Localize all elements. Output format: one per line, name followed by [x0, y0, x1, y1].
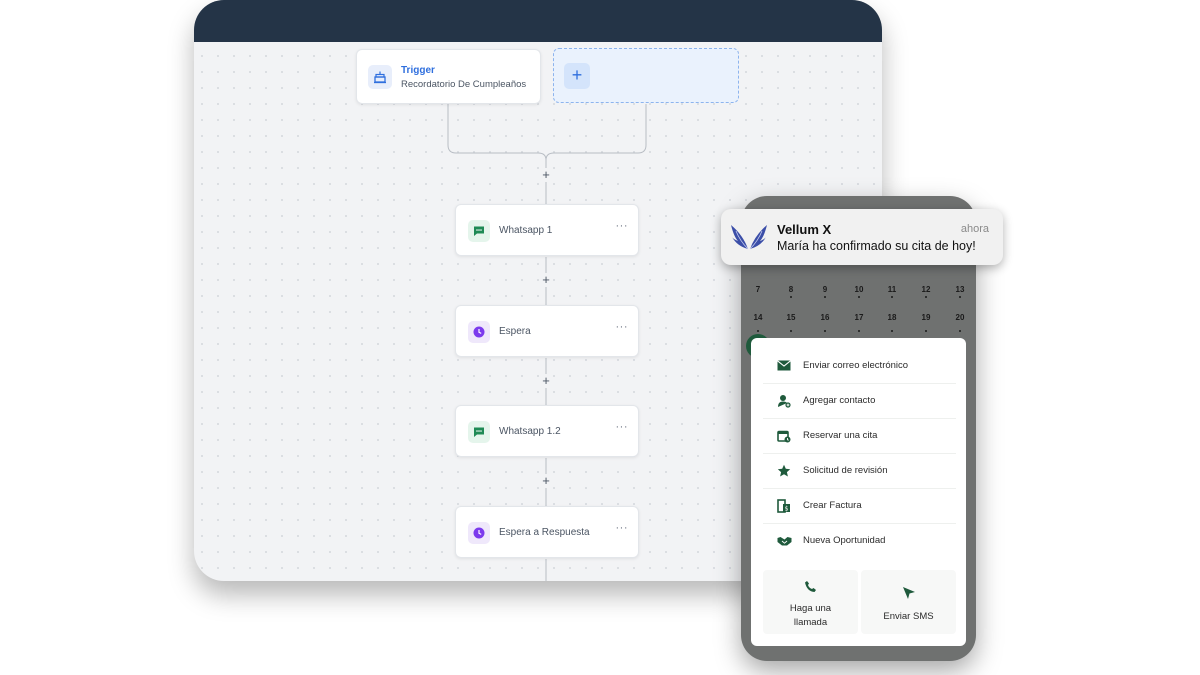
add-step-button[interactable]: +	[540, 168, 552, 182]
invoice-icon: $	[777, 498, 803, 513]
phone-icon	[763, 580, 858, 593]
calendar-day[interactable]: 13	[951, 285, 969, 294]
calendar-dot	[858, 330, 860, 332]
calendar-dot	[891, 296, 893, 298]
action-review-request[interactable]: Solicitud de revisión	[763, 453, 956, 489]
calendar-day[interactable]: 7	[749, 285, 767, 294]
call-label-line2: llamada	[793, 617, 828, 628]
trigger-title: Trigger	[401, 65, 435, 76]
calendar-dot	[925, 296, 927, 298]
calendar-dot	[925, 330, 927, 332]
sms-label: Enviar SMS	[883, 611, 934, 622]
step-espera-respuesta[interactable]: Espera a Respuesta ···	[455, 506, 639, 558]
action-label: Solicitud de revisión	[803, 465, 888, 476]
action-new-opportunity[interactable]: Nueva Oportunidad	[763, 523, 956, 558]
action-label: Nueva Oportunidad	[803, 535, 886, 546]
notification-app-name: Vellum X	[777, 222, 832, 237]
push-notification[interactable]: Vellum X ahora María ha confirmado su ci…	[721, 209, 1003, 265]
calendar-day[interactable]: 19	[917, 313, 935, 322]
calendar-dot	[858, 296, 860, 298]
action-label: Agregar contacto	[803, 395, 876, 406]
add-step-button[interactable]: +	[540, 374, 552, 388]
action-label: Crear Factura	[803, 500, 862, 511]
step-label: Espera a Respuesta	[499, 527, 590, 538]
calendar-day[interactable]: 8	[782, 285, 800, 294]
calendar-day[interactable]: 18	[883, 313, 901, 322]
notification-message: María ha confirmado su cita de hoy!	[777, 239, 976, 253]
chat-icon	[468, 421, 490, 443]
calendar-dot	[790, 296, 792, 298]
notification-time: ahora	[960, 223, 989, 235]
cake-icon	[368, 65, 392, 89]
step-whatsapp-1-2[interactable]: Whatsapp 1.2 ···	[455, 405, 639, 457]
add-step-button[interactable]: +	[540, 474, 552, 488]
add-trigger-slot[interactable]: +	[553, 48, 739, 103]
step-label: Whatsapp 1	[499, 225, 553, 236]
calendar-dot	[824, 296, 826, 298]
step-whatsapp-1[interactable]: Whatsapp 1 ···	[455, 204, 639, 256]
clock-icon	[468, 522, 490, 544]
handshake-icon	[777, 535, 803, 547]
action-create-invoice[interactable]: $ Crear Factura	[763, 488, 956, 524]
chat-icon	[468, 220, 490, 242]
calendar-dot	[790, 330, 792, 332]
action-add-contact[interactable]: Agregar contacto	[763, 383, 956, 419]
call-button[interactable]: Haga una llamada	[763, 570, 858, 634]
calendar-day[interactable]: 14	[749, 313, 767, 322]
calendar-icon	[777, 429, 803, 443]
calendar-dot	[959, 330, 961, 332]
trigger-subtitle: Recordatorio De Cumpleaños	[401, 79, 527, 90]
step-menu-button[interactable]: ···	[616, 421, 629, 433]
step-label: Whatsapp 1.2	[499, 426, 561, 437]
step-menu-button[interactable]: ···	[616, 522, 629, 534]
svg-text:$: $	[785, 505, 789, 512]
calendar-day[interactable]: 20	[951, 313, 969, 322]
calendar-day[interactable]: 11	[883, 285, 901, 294]
step-label: Espera	[499, 326, 531, 337]
star-icon	[777, 464, 803, 478]
calendar-day[interactable]: 12	[917, 285, 935, 294]
send-sms-button[interactable]: Enviar SMS	[861, 570, 956, 634]
phone-mockup: 7 8 9 10 11 12 13 14 15 16 17 18 19 20 E…	[741, 196, 976, 661]
mail-icon	[777, 360, 803, 371]
send-icon	[861, 586, 956, 600]
trigger-node[interactable]: Trigger Recordatorio De Cumpleaños	[356, 49, 541, 104]
calendar-day[interactable]: 16	[816, 313, 834, 322]
action-book-appointment[interactable]: Reservar una cita	[763, 418, 956, 454]
clock-icon	[468, 321, 490, 343]
step-menu-button[interactable]: ···	[616, 321, 629, 333]
calendar-day[interactable]: 9	[816, 285, 834, 294]
action-send-email[interactable]: Enviar correo electrónico	[763, 348, 956, 384]
add-trigger-button[interactable]: +	[564, 63, 590, 89]
calendar-day[interactable]: 10	[850, 285, 868, 294]
calendar-dot	[757, 330, 759, 332]
wings-logo-icon	[729, 219, 769, 255]
calendar-day[interactable]: 17	[850, 313, 868, 322]
quick-actions-menu: Enviar correo electrónico Agregar contac…	[751, 338, 966, 646]
calendar-dot	[891, 330, 893, 332]
calendar-dot	[824, 330, 826, 332]
call-label-line1: Haga una	[789, 603, 832, 614]
calendar-dot	[959, 296, 961, 298]
action-label: Reservar una cita	[803, 430, 878, 441]
action-label: Enviar correo electrónico	[803, 360, 909, 371]
calendar-day[interactable]: 15	[782, 313, 800, 322]
add-step-button[interactable]: +	[540, 273, 552, 287]
add-contact-icon	[777, 394, 803, 408]
step-espera[interactable]: Espera ···	[455, 305, 639, 357]
step-menu-button[interactable]: ···	[616, 220, 629, 232]
